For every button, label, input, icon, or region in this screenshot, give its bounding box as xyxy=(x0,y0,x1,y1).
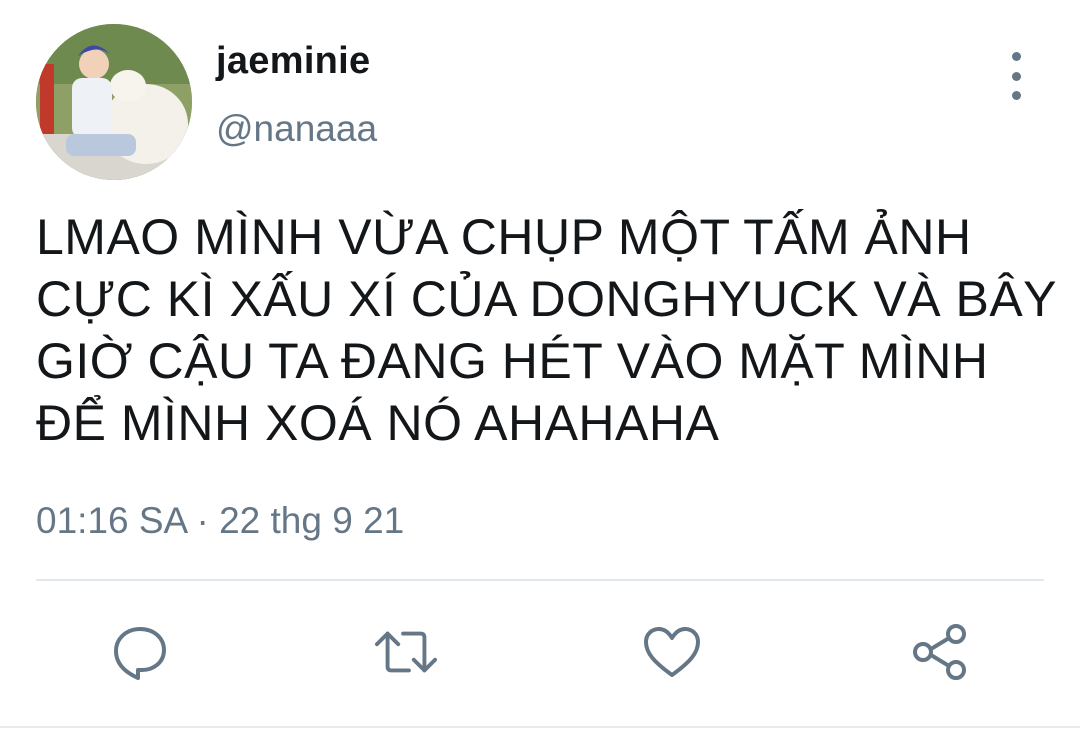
divider xyxy=(36,579,1044,581)
display-name[interactable]: jaeminie xyxy=(216,40,370,83)
tweet-timestamp[interactable]: 01:16 SA · 22 thg 9 21 xyxy=(36,500,404,542)
tweet-text-line: CỰC KÌ XẤU XÍ CỦA DONGHYUCK VÀ BÂY xyxy=(36,271,1058,327)
retweet-icon xyxy=(374,631,438,673)
avatar[interactable] xyxy=(36,24,192,180)
share-icon xyxy=(913,624,966,680)
reply-icon xyxy=(114,627,166,680)
like-button[interactable] xyxy=(640,620,704,684)
meta-separator: · xyxy=(196,500,209,541)
tweet-date: 22 thg 9 21 xyxy=(219,500,405,541)
reply-button[interactable] xyxy=(108,620,172,684)
tweet-text-line: ĐỂ MÌNH XOÁ NÓ AHAHAHA xyxy=(36,395,720,451)
like-icon xyxy=(644,627,700,677)
more-dot xyxy=(1011,91,1021,100)
tweet-text-line: LMAO MÌNH VỪA CHỤP MỘT TẤM ẢNH xyxy=(36,209,972,265)
user-handle[interactable]: @nanaaa xyxy=(216,108,377,150)
tweet-time: 01:16 SA xyxy=(36,500,187,541)
avatar-photo xyxy=(36,24,192,180)
tweet-text: LMAO MÌNH VỪA CHỤP MỘT TẤM ẢNH CỰC KÌ XẤ… xyxy=(36,206,1058,454)
share-button[interactable] xyxy=(908,620,972,684)
more-dot xyxy=(1011,71,1021,81)
tweet-text-line: GIỜ CẬU TA ĐANG HÉT VÀO MẶT MÌNH xyxy=(36,333,989,389)
retweet-button[interactable] xyxy=(374,620,438,684)
tweet-card: jaeminie @nanaaa LMAO MÌNH VỪA CHỤP MỘT … xyxy=(0,0,1080,744)
more-dot xyxy=(1011,52,1021,61)
bottom-divider xyxy=(0,726,1080,728)
more-options-icon[interactable] xyxy=(996,52,1036,100)
